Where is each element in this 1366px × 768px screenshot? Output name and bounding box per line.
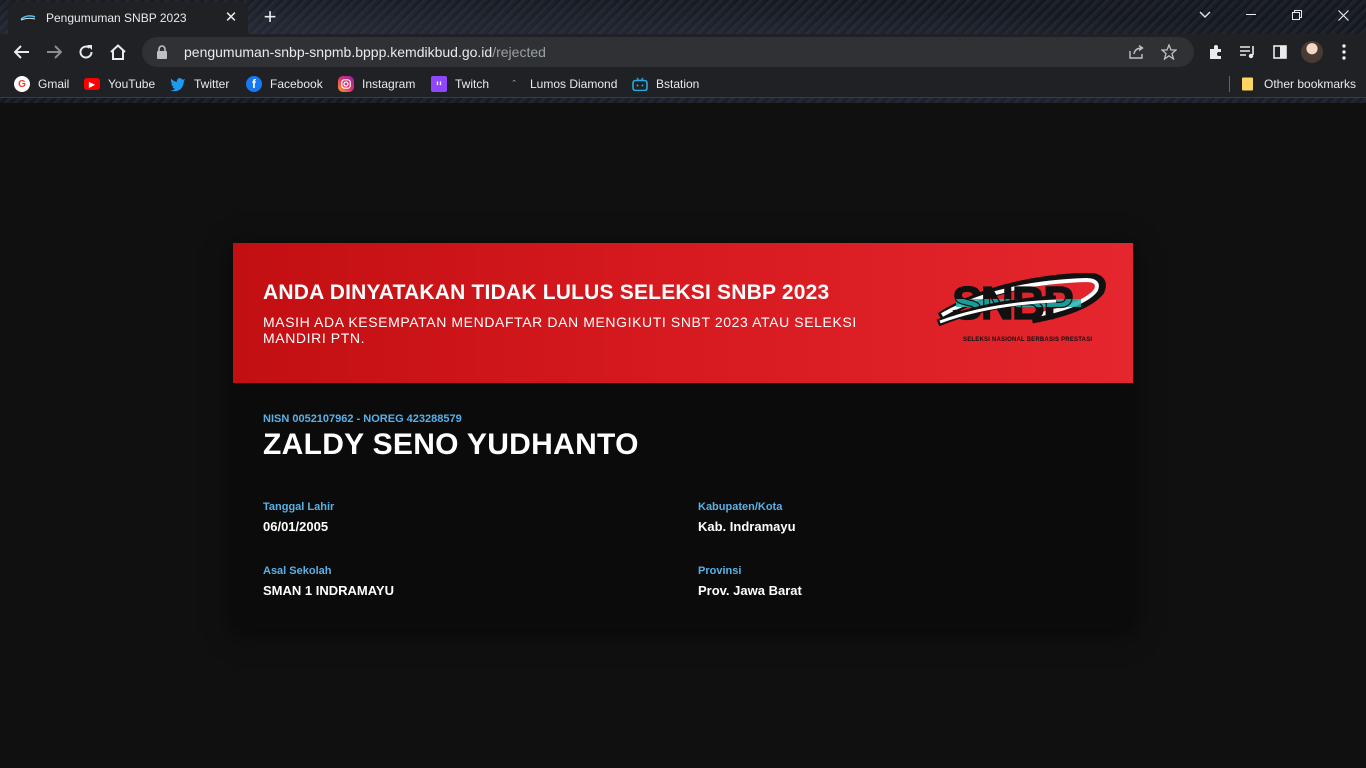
bookmark-label: YouTube (108, 77, 156, 91)
bookmark-label: Bstation (656, 77, 700, 91)
tab-strip: Pengumuman SNBP 2023 ✕ + (0, 0, 1366, 34)
birth-date-label: Tanggal Lahir (263, 501, 335, 513)
bstation-icon (632, 76, 648, 92)
youtube-icon: ▶ (84, 78, 100, 90)
bookmarks-divider (1229, 76, 1230, 92)
tab-title: Pengumuman SNBP 2023 (46, 11, 187, 25)
snbp-logo-subtitle: SELEKSI NASIONAL BERBASIS PRESTASI (963, 337, 1093, 343)
instagram-icon (338, 76, 354, 92)
result-subtext: MASIH ADA KESEMPATAN MENDAFTAR DAN MENGI… (263, 314, 857, 346)
result-card: ANDA DINYATAKAN TIDAK LULUS SELEKSI SNBP… (233, 243, 1133, 629)
lock-icon[interactable] (156, 45, 168, 59)
bookmark-label: Twitter (194, 77, 230, 91)
student-name: ZALDY SENO YUDHANTO (263, 428, 639, 461)
province-label: Provinsi (698, 565, 742, 577)
lumos-icon: ˆ (512, 79, 516, 89)
bookmark-label: Twitch (455, 77, 490, 91)
city-label: Kabupaten/Kota (698, 501, 783, 513)
bookmark-lumos-diamond[interactable]: ˆ Lumos Diamond (506, 74, 618, 94)
close-window-button[interactable] (1320, 0, 1366, 30)
bookmark-twitch[interactable]: Twitch (431, 74, 489, 94)
browser-chrome: Pengumuman SNBP 2023 ✕ + pengumuman-snbp… (0, 0, 1366, 103)
city-field: Kabupaten/Kota Kab. Indramayu (698, 501, 796, 534)
school-value: SMAN 1 INDRAMAYU (263, 583, 394, 598)
birth-date-value: 06/01/2005 (263, 519, 329, 534)
forward-button[interactable] (40, 38, 68, 66)
bookmark-label: Gmail (38, 77, 70, 91)
address-bar[interactable]: pengumuman-snbp-snpmb.bppp.kemdikbud.go.… (142, 37, 1194, 67)
bookmark-label: Facebook (270, 77, 323, 91)
url-text[interactable]: pengumuman-snbp-snpmb.bppp.kemdikbud.go.… (184, 44, 1116, 60)
bookmark-label: Lumos Diamond (530, 77, 618, 91)
snbp-logo: SNBP SNBP SELEKSI NASIONAL BERBASIS PRES… (936, 272, 1106, 353)
extensions-icon[interactable] (1202, 38, 1230, 66)
back-button[interactable] (8, 38, 36, 66)
home-button[interactable] (104, 38, 132, 66)
bookmark-label: Instagram (362, 77, 416, 91)
bookmark-youtube[interactable]: ▶ YouTube (84, 74, 155, 94)
bookmark-gmail[interactable]: G Gmail (14, 74, 69, 94)
reload-button[interactable] (72, 38, 100, 66)
birth-date-field: Tanggal Lahir 06/01/2005 (263, 501, 334, 534)
result-banner: ANDA DINYATAKAN TIDAK LULUS SELEKSI SNBP… (233, 243, 1133, 383)
url-host: pengumuman-snbp-snpmb.bppp.kemdikbud.go.… (184, 44, 493, 60)
province-field: Provinsi Prov. Jawa Barat (698, 565, 802, 598)
bookmark-twitter[interactable]: Twitter (170, 74, 229, 94)
result-headline: ANDA DINYATAKAN TIDAK LULUS SELEKSI SNBP… (263, 281, 830, 304)
student-id-line: NISN 0052107962 - NOREG 423288579 (263, 413, 462, 425)
page-content: ANDA DINYATAKAN TIDAK LULUS SELEKSI SNBP… (0, 103, 1366, 768)
folder-icon (1240, 76, 1256, 92)
profile-button[interactable] (1298, 38, 1326, 66)
menu-icon[interactable] (1330, 38, 1358, 66)
browser-toolbar: pengumuman-snbp-snpmb.bppp.kemdikbud.go.… (0, 34, 1366, 70)
tab-close-icon[interactable]: ✕ (222, 9, 240, 27)
side-panel-icon[interactable] (1266, 38, 1294, 66)
avatar (1301, 41, 1323, 63)
city-value: Kab. Indramayu (698, 519, 796, 534)
student-details: NISN 0052107962 - NOREG 423288579 ZALDY … (263, 413, 1103, 598)
province-value: Prov. Jawa Barat (698, 583, 802, 598)
other-bookmarks-label: Other bookmarks (1264, 77, 1357, 91)
tab-search-icon[interactable] (1182, 0, 1228, 30)
url-path: /rejected (492, 44, 546, 60)
tab-active[interactable]: Pengumuman SNBP 2023 ✕ (8, 2, 248, 34)
other-bookmarks[interactable]: Other bookmarks (1240, 74, 1356, 94)
bookmark-facebook[interactable]: f Facebook (246, 74, 323, 94)
share-icon[interactable] (1126, 41, 1148, 63)
school-label: Asal Sekolah (263, 565, 332, 577)
twitch-icon (431, 76, 447, 92)
school-field: Asal Sekolah SMAN 1 INDRAMAYU (263, 565, 394, 598)
snbp-favicon-icon (20, 10, 36, 26)
media-control-icon[interactable] (1234, 38, 1262, 66)
bookmark-instagram[interactable]: Instagram (338, 74, 415, 94)
bookmark-star-icon[interactable] (1158, 41, 1180, 63)
facebook-icon: f (246, 76, 262, 92)
bookmarks-bar: G Gmail ▶ YouTube Twitter f Facebook Ins… (0, 70, 1366, 98)
new-tab-button[interactable]: + (258, 6, 282, 30)
restore-button[interactable] (1274, 0, 1320, 30)
bookmark-bstation[interactable]: Bstation (632, 74, 699, 94)
twitter-icon (170, 76, 186, 92)
gmail-icon: G (14, 76, 30, 92)
minimize-button[interactable] (1228, 0, 1274, 30)
